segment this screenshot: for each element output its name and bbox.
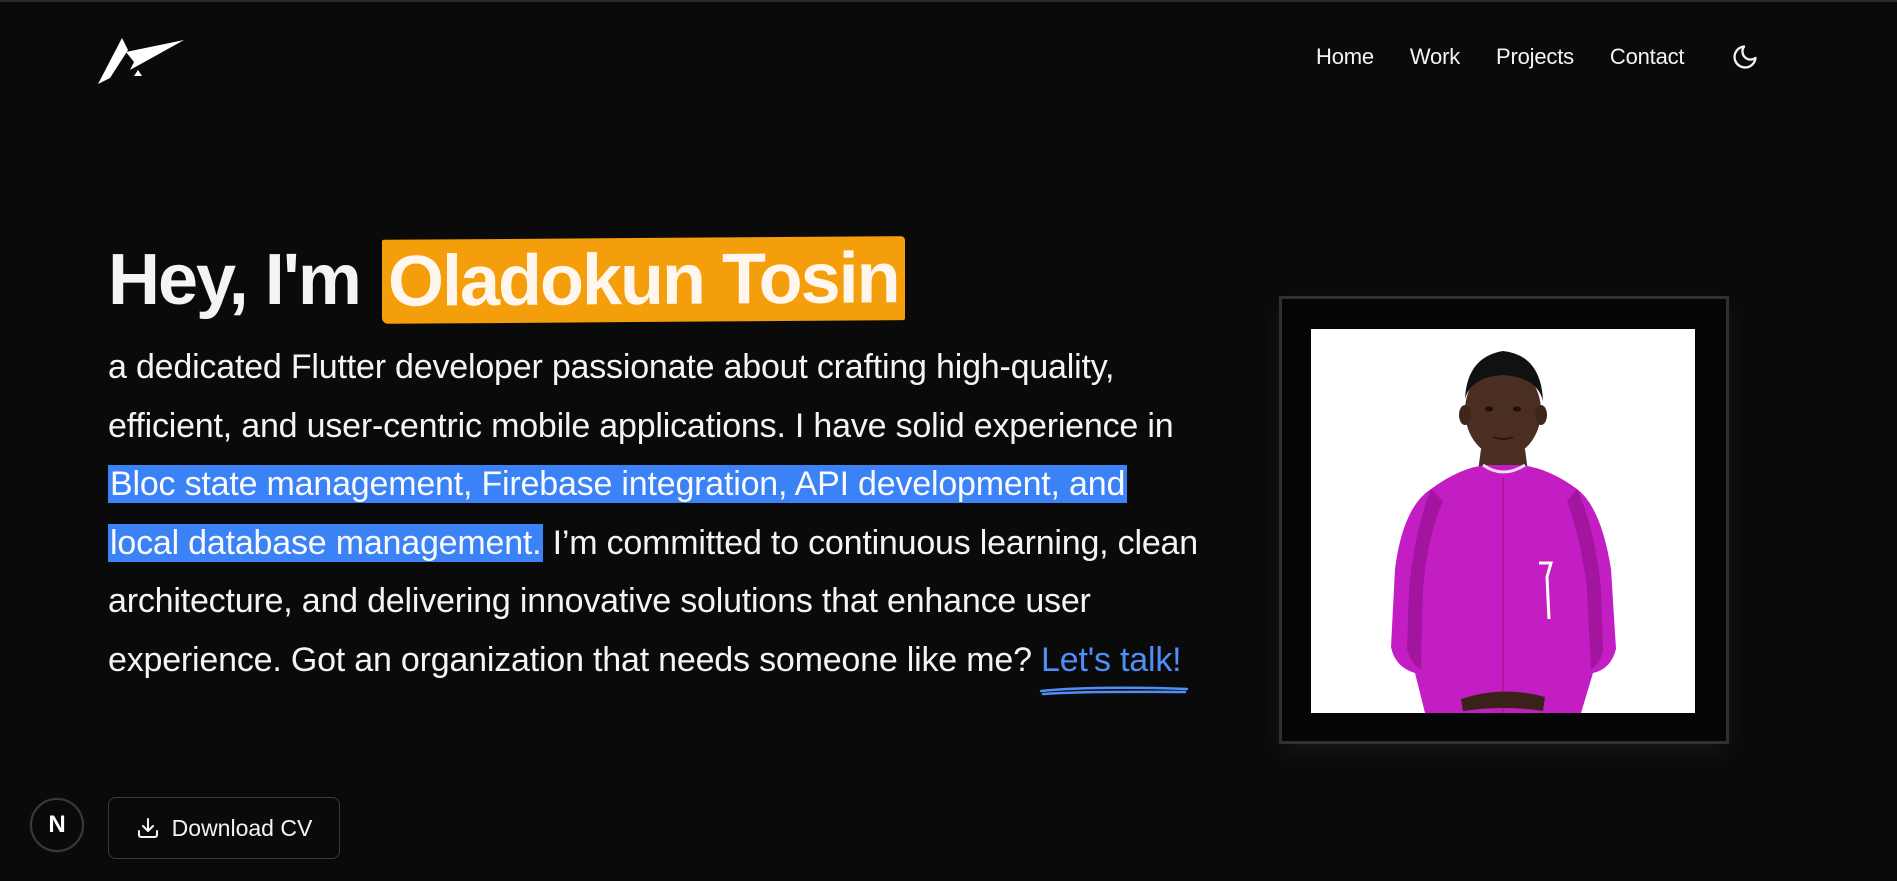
bio-paragraph: a dedicated Flutter developer passionate… — [108, 338, 1198, 696]
name-highlight: Oladokun Tosin — [381, 236, 905, 324]
nav-contact[interactable]: Contact — [1610, 41, 1685, 73]
download-cv-button[interactable]: Download CV — [108, 797, 340, 859]
hero-section: Hey, I'm Oladokun Tosin a dedicated Flut… — [108, 232, 1198, 696]
download-cv-label: Download CV — [171, 814, 313, 841]
lets-talk-label: Let's talk! — [1041, 640, 1182, 679]
nav-projects[interactable]: Projects — [1496, 41, 1574, 73]
logo-icon[interactable] — [96, 30, 186, 86]
theme-toggle-button[interactable] — [1728, 40, 1762, 74]
scribble-underline-icon — [1039, 686, 1189, 696]
profile-photo-frame — [1279, 296, 1729, 744]
main-nav: Home Work Projects Contact — [1316, 40, 1762, 74]
moon-icon — [1733, 45, 1757, 69]
badge-letter: N — [48, 811, 66, 838]
nextjs-dev-badge[interactable]: N — [30, 798, 84, 852]
portfolio-page: Home Work Projects Contact Hey, I'm Olad… — [0, 0, 1897, 881]
nav-work[interactable]: Work — [1410, 41, 1460, 73]
download-icon — [137, 818, 158, 838]
nav-home[interactable]: Home — [1316, 41, 1374, 73]
lets-talk-link[interactable]: Let's talk! — [1039, 631, 1189, 696]
person-illustration — [1311, 329, 1695, 713]
profile-photo — [1311, 329, 1695, 713]
greeting-text: Hey, I'm — [108, 240, 378, 320]
bio-start: a dedicated Flutter developer passionate… — [108, 348, 1174, 445]
hero-headline: Hey, I'm Oladokun Tosin — [108, 232, 1198, 328]
